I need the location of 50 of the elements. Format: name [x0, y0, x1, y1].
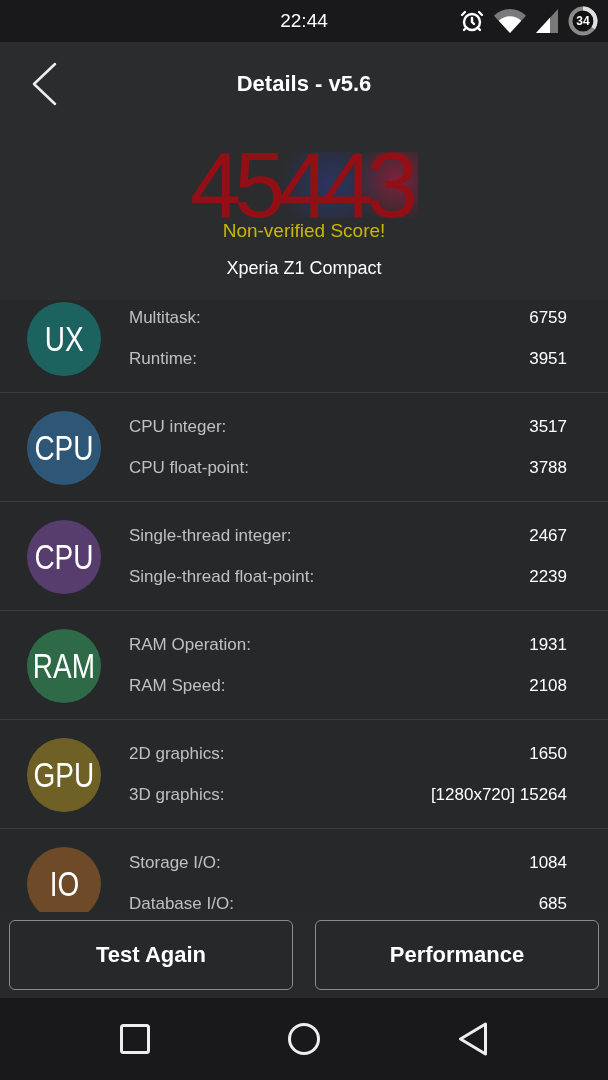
category-badge: GPU [27, 738, 101, 812]
back-button[interactable] [32, 62, 58, 106]
metric-label: 3D graphics: [129, 785, 225, 805]
score-note: Non-verified Score! [222, 221, 386, 241]
category-badge: RAM [27, 629, 101, 703]
battery-ring-icon [568, 6, 598, 36]
metric-label: Single-thread float-point: [129, 567, 315, 587]
category-badge: CPU [27, 411, 101, 485]
clock-time: 22:44 [280, 10, 328, 32]
metric-label: Multitask: [129, 308, 201, 328]
page-title: Details - v5.6 [235, 71, 373, 97]
metric-value: 1650 [529, 744, 567, 764]
metric-label: Database I/O: [129, 894, 234, 912]
metric-value: 3517 [529, 417, 567, 437]
metric-value: 2239 [529, 567, 567, 587]
chevron-left-icon [32, 62, 58, 106]
category-badge: IO [27, 847, 101, 912]
wifi-icon [494, 9, 526, 33]
performance-button[interactable]: Performance [315, 920, 599, 990]
metric-value: 6759 [529, 308, 567, 328]
home-button[interactable] [288, 1023, 320, 1055]
metric-label: Runtime: [129, 349, 198, 369]
metric-label: Single-thread integer: [129, 526, 292, 546]
metric-value: 1084 [529, 853, 567, 873]
metric-value: 2467 [529, 526, 567, 546]
circle-icon [288, 1023, 320, 1055]
metric-value: 3788 [529, 458, 567, 478]
category-badge: UX [27, 302, 101, 376]
metric-label: RAM Operation: [129, 635, 251, 655]
recents-button[interactable] [120, 1024, 150, 1054]
device-name: Xperia Z1 Compact [226, 257, 382, 279]
metric-label: Storage I/O: [129, 853, 221, 873]
metric-value: [1280x720] 15264 [430, 785, 567, 805]
metric-label: CPU integer: [129, 417, 227, 437]
metric-value: 1931 [529, 635, 567, 655]
metric-label: RAM Speed: [129, 676, 226, 696]
back-triangle-icon [458, 1022, 488, 1056]
metric-value: 685 [538, 894, 567, 912]
test-again-button[interactable]: Test Again [9, 920, 293, 990]
metric-label: CPU float-point: [129, 458, 249, 478]
category-badge: CPU [27, 520, 101, 594]
metric-value: 3951 [529, 349, 567, 369]
metric-value: 2108 [529, 676, 567, 696]
square-icon [120, 1024, 150, 1054]
back-button[interactable] [458, 1022, 488, 1056]
metric-label: 2D graphics: [129, 744, 225, 764]
signal-icon [536, 9, 558, 33]
battery-percentage: 34 [576, 14, 590, 28]
total-score: 45443 [190, 152, 418, 218]
alarm-clock-icon [460, 9, 484, 33]
